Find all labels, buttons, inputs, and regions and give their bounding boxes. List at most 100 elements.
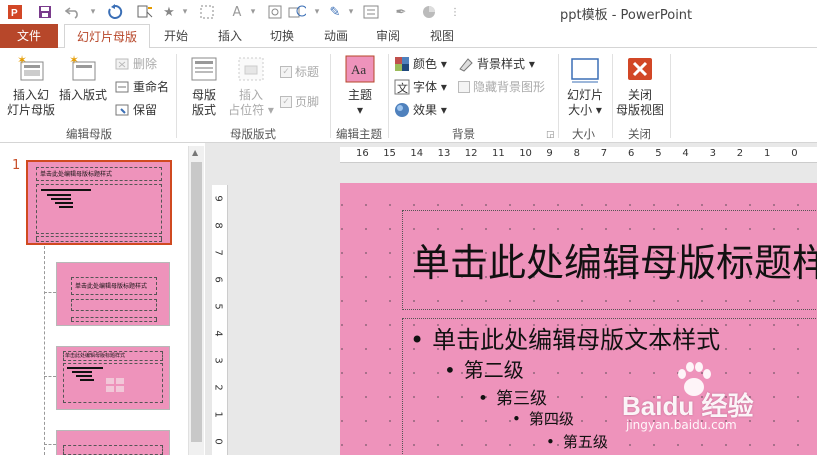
insert-layout-button[interactable]: ✶ 插入版式: [58, 54, 108, 103]
slide-size-button[interactable]: 幻灯片 大小 ▾: [562, 54, 608, 118]
colors-button[interactable]: 颜色 ▾: [394, 54, 447, 74]
delete-button[interactable]: 删除: [114, 54, 157, 74]
hide-background-label: 隐藏背景图形: [473, 80, 546, 94]
master-layout-label-1: 母版: [191, 88, 216, 102]
thumbnail-layout-title-content[interactable]: 单击此处编辑母版标题样式: [56, 346, 170, 410]
save-icon[interactable]: [36, 3, 54, 21]
themes-label: 主题: [347, 88, 372, 102]
thumbnail-layout-title[interactable]: 单击此处编辑母版标题样式: [56, 262, 170, 326]
master-layout-button[interactable]: 母版 版式: [182, 54, 226, 118]
themes-button[interactable]: Aa 主题 ▾: [338, 54, 382, 118]
ruler-h-label: 14: [410, 148, 424, 159]
thumbnail-title-text: 单击此处编辑母版标题样式: [40, 171, 113, 178]
tab-view[interactable]: 视图: [418, 24, 466, 48]
group-divider: [670, 54, 671, 138]
watermark-url: jingyan.baidu.com: [626, 418, 737, 432]
tab-slide-master[interactable]: 幻灯片母版: [64, 24, 150, 49]
more-icon[interactable]: ⋮: [446, 3, 464, 21]
hide-background-checkbox-box: [458, 81, 470, 93]
slide-title-text[interactable]: 单击此处编辑母版标题样式: [412, 232, 817, 287]
insert-placeholder-label-1: 插入: [238, 88, 263, 102]
font-dropdown-icon[interactable]: ▾: [244, 3, 262, 21]
delete-label: 删除: [133, 57, 158, 71]
tab-animations[interactable]: 动画: [312, 24, 360, 48]
master-layout-icon: [191, 57, 217, 81]
tab-file[interactable]: 文件: [0, 24, 58, 48]
arrange-dropdown-icon[interactable]: ▾: [308, 3, 326, 21]
star-dropdown-icon[interactable]: ▾: [176, 3, 194, 21]
insert-layout-label: 插入版式: [58, 88, 107, 102]
svg-text:✶: ✶: [69, 54, 79, 67]
tab-review[interactable]: 审阅: [364, 24, 412, 48]
undo-icon[interactable]: [64, 3, 82, 21]
arrange-icon[interactable]: [288, 3, 306, 21]
effects-button[interactable]: 效果 ▾: [394, 100, 447, 120]
ruler-v-label: 3: [212, 357, 224, 364]
shapes-icon[interactable]: [266, 3, 284, 21]
ruler-v-label: 5: [212, 303, 224, 310]
background-dialog-launcher-icon[interactable]: ◲: [546, 130, 555, 140]
tab-transitions[interactable]: 切换: [258, 24, 306, 48]
level-5-text[interactable]: • 第五级: [546, 431, 608, 452]
text-color-dropdown-icon[interactable]: ▾: [342, 3, 360, 21]
rename-label: 重命名: [133, 80, 170, 94]
textbox-icon[interactable]: [362, 3, 380, 21]
scrollbar-thumb[interactable]: [191, 162, 202, 442]
rename-button[interactable]: 重命名: [114, 77, 169, 97]
ruler-h-label: 3: [709, 148, 716, 159]
thumbnail-layout-partial[interactable]: [56, 430, 170, 455]
title-checkbox[interactable]: ✓ 标题: [280, 62, 319, 82]
level-2-text[interactable]: • 第二级: [444, 354, 524, 383]
size-group-label: 大小: [572, 127, 595, 141]
ruler-h-label: 11: [492, 148, 505, 159]
group-divider: [330, 54, 331, 138]
level-4-label: 第四级: [528, 410, 574, 428]
ruler-v-label: 0: [212, 438, 224, 445]
fill-icon[interactable]: [420, 3, 438, 21]
scroll-up-icon[interactable]: ▲: [192, 148, 198, 157]
ruler-h-label: 16: [356, 148, 369, 159]
powerpoint-logo-icon[interactable]: P: [6, 3, 24, 21]
thumbnail-footer-placeholders: [36, 236, 162, 242]
background-styles-button[interactable]: 背景样式 ▾: [458, 54, 535, 74]
ribbon: ✶ 插入幻 灯片母版 ✶ 插入版式 删除 重命名 保留 编辑母版 母版 版式 插…: [0, 48, 817, 143]
close-master-view-button[interactable]: 关闭 母版视图: [614, 54, 666, 118]
thumbnail-scrollbar[interactable]: ▲: [188, 146, 204, 455]
title-bar: P ▾ ★ ▾ A ▾ ▾ ✎ ▾ ✒ ⋮ ppt模板 - PowerPoint: [0, 0, 817, 24]
horizontal-ruler: 16 15 14 13 12 11 10 9 8 7 6 5 4 3 2 1 0: [340, 147, 817, 163]
insert-slide-master-label-1: 插入幻: [12, 88, 49, 102]
slide-size-icon: [571, 58, 599, 83]
preserve-button[interactable]: 保留: [114, 100, 157, 120]
insert-placeholder-icon: [238, 57, 264, 81]
level-1-text[interactable]: • 单击此处编辑母版文本样式: [410, 320, 720, 355]
thumbnail-slide-master[interactable]: 单击此处编辑母版标题样式: [26, 160, 172, 245]
select-icon[interactable]: [198, 3, 216, 21]
hide-background-checkbox[interactable]: 隐藏背景图形: [458, 77, 545, 97]
eyedropper-icon[interactable]: ✒: [392, 3, 410, 21]
level-3-text[interactable]: • 第三级: [478, 384, 547, 409]
fonts-button[interactable]: 文 字体 ▾: [394, 77, 447, 97]
level-1-label: 单击此处编辑母版文本样式: [432, 326, 721, 354]
group-divider: [558, 54, 559, 138]
tab-insert[interactable]: 插入: [206, 24, 254, 48]
insert-placeholder-button[interactable]: 插入 占位符 ▾: [228, 54, 274, 118]
thumbnail-content-placeholder: [63, 363, 163, 403]
svg-text:P: P: [11, 8, 18, 19]
ruler-v-label: 7: [212, 249, 224, 256]
edit-master-group-label: 编辑母版: [66, 127, 112, 141]
bullet-icon: •: [546, 433, 555, 451]
footer-checkbox-label: 页脚: [295, 95, 320, 109]
insert-layout-icon: ✶: [69, 54, 96, 81]
start-from-beginning-icon[interactable]: [136, 3, 154, 21]
thumbnail-subtitle-placeholder: [71, 299, 157, 311]
close-master-label-1: 关闭: [627, 88, 652, 102]
level-4-text[interactable]: • 第四级: [512, 408, 574, 429]
effects-icon: [394, 102, 410, 118]
footer-checkbox[interactable]: ✓ 页脚: [280, 92, 319, 112]
insert-slide-master-button[interactable]: ✶ 插入幻 灯片母版: [4, 54, 58, 118]
tab-home[interactable]: 开始: [152, 24, 200, 48]
ruler-v-label: 6: [212, 276, 224, 283]
level-3-label: 第三级: [496, 389, 548, 409]
undo-dropdown-icon[interactable]: ▾: [84, 3, 102, 21]
redo-icon[interactable]: [106, 3, 124, 21]
